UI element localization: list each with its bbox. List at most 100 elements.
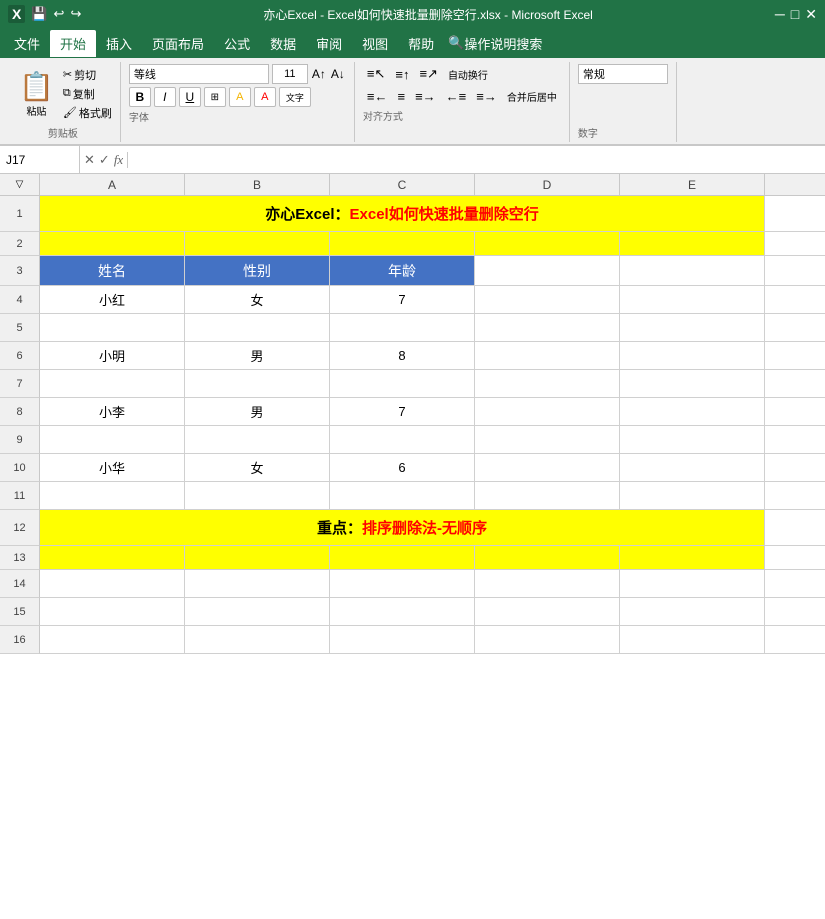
cell-d2[interactable] [475,232,620,256]
cell-d3[interactable] [475,256,620,286]
align-right-button[interactable]: ≡→ [411,87,440,106]
cell-b4[interactable]: 女 [185,286,330,314]
cell-b2[interactable] [185,232,330,256]
cell-e6[interactable] [620,342,765,370]
italic-button[interactable]: I [154,87,176,107]
menu-item-view[interactable]: 视图 [352,30,398,57]
cell-d13[interactable] [475,546,620,570]
row-header-3[interactable]: 3 [0,256,40,286]
col-header-e[interactable]: E [620,174,765,196]
cell-c11[interactable] [330,482,475,510]
cell-e5[interactable] [620,314,765,342]
cell-a2[interactable] [40,232,185,256]
cell-b8[interactable]: 男 [185,398,330,426]
cell-e7[interactable] [620,370,765,398]
cell-d10[interactable] [475,454,620,482]
cell-c15[interactable] [330,598,475,626]
cut-button[interactable]: ✂ 剪切 [63,67,112,83]
minimize-icon[interactable]: ─ [775,6,785,23]
cell-a1[interactable]: 亦心Excel：Excel如何快速批量删除空行 [40,196,765,232]
cancel-formula-icon[interactable]: ✕ [84,152,95,168]
cell-c10[interactable]: 6 [330,454,475,482]
menu-item-page-layout[interactable]: 页面布局 [142,30,214,57]
cell-b16[interactable] [185,626,330,654]
cell-a7[interactable] [40,370,185,398]
font-size-decrease-button[interactable]: A↓ [330,66,346,82]
cell-e14[interactable] [620,570,765,598]
quick-redo-icon[interactable]: ↪ [70,6,81,22]
cell-e9[interactable] [620,426,765,454]
cell-e10[interactable] [620,454,765,482]
menu-item-home[interactable]: 开始 [50,30,96,57]
indent-increase-button[interactable]: ≡→ [472,87,501,106]
cell-c16[interactable] [330,626,475,654]
cell-d6[interactable] [475,342,620,370]
row-header-4[interactable]: 4 [0,286,40,314]
cell-a5[interactable] [40,314,185,342]
cell-b15[interactable] [185,598,330,626]
cell-b5[interactable] [185,314,330,342]
cell-a12[interactable]: 重点：排序删除法-无顺序 [40,510,765,546]
cell-b10[interactable]: 女 [185,454,330,482]
insert-function-icon[interactable]: fx [114,152,123,168]
underline-button[interactable]: U [179,87,201,107]
row-header-6[interactable]: 6 [0,342,40,370]
cell-e13[interactable] [620,546,765,570]
col-header-b[interactable]: B [185,174,330,196]
cell-d11[interactable] [475,482,620,510]
cell-b3[interactable]: 性别 [185,256,330,286]
cell-e4[interactable] [620,286,765,314]
phonetic-button[interactable]: 文字 [279,87,311,107]
cell-b14[interactable] [185,570,330,598]
cell-a3[interactable]: 姓名 [40,256,185,286]
menu-item-file[interactable]: 文件 [4,30,50,57]
cell-b13[interactable] [185,546,330,570]
row-header-12[interactable]: 12 [0,510,40,546]
name-box[interactable] [6,153,73,167]
wrap-text-button[interactable]: 自动换行 [444,65,492,84]
col-header-c[interactable]: C [330,174,475,196]
cell-e2[interactable] [620,232,765,256]
menu-item-data[interactable]: 数据 [260,30,306,57]
menu-item-formula[interactable]: 公式 [214,30,260,57]
cell-a15[interactable] [40,598,185,626]
row-header-10[interactable]: 10 [0,454,40,482]
row-header-13[interactable]: 13 [0,546,40,570]
menu-item-insert[interactable]: 插入 [96,30,142,57]
cell-e3[interactable] [620,256,765,286]
cell-a16[interactable] [40,626,185,654]
bold-button[interactable]: B [129,87,151,107]
cell-c3[interactable]: 年龄 [330,256,475,286]
menu-item-help[interactable]: 帮助 [398,30,444,57]
cell-b6[interactable]: 男 [185,342,330,370]
row-header-11[interactable]: 11 [0,482,40,510]
row-header-1[interactable]: 1 [0,196,40,232]
formula-input[interactable] [128,146,825,173]
cell-b7[interactable] [185,370,330,398]
cell-a6[interactable]: 小明 [40,342,185,370]
cell-c7[interactable] [330,370,475,398]
cell-c5[interactable] [330,314,475,342]
font-size-increase-button[interactable]: A↑ [311,66,327,82]
cell-a11[interactable] [40,482,185,510]
confirm-formula-icon[interactable]: ✓ [99,152,110,168]
menu-item-review[interactable]: 审阅 [306,30,352,57]
row-header-5[interactable]: 5 [0,314,40,342]
paste-button[interactable]: 📋 粘贴 [14,65,59,123]
cell-a10[interactable]: 小华 [40,454,185,482]
cell-c4[interactable]: 7 [330,286,475,314]
cell-e8[interactable] [620,398,765,426]
cell-d14[interactable] [475,570,620,598]
copy-button[interactable]: ⧉ 复制 [63,86,112,102]
number-format-input[interactable] [578,64,668,84]
cell-a4[interactable]: 小红 [40,286,185,314]
border-button[interactable]: ⊞ [204,87,226,107]
format-painter-button[interactable]: 🖌 格式刷 [63,105,112,121]
font-color-button[interactable]: A [254,87,276,107]
cell-d8[interactable] [475,398,620,426]
close-icon[interactable]: ✕ [805,6,817,23]
cell-d15[interactable] [475,598,620,626]
cell-d7[interactable] [475,370,620,398]
indent-decrease-button[interactable]: ←≡ [442,87,471,106]
cell-d5[interactable] [475,314,620,342]
